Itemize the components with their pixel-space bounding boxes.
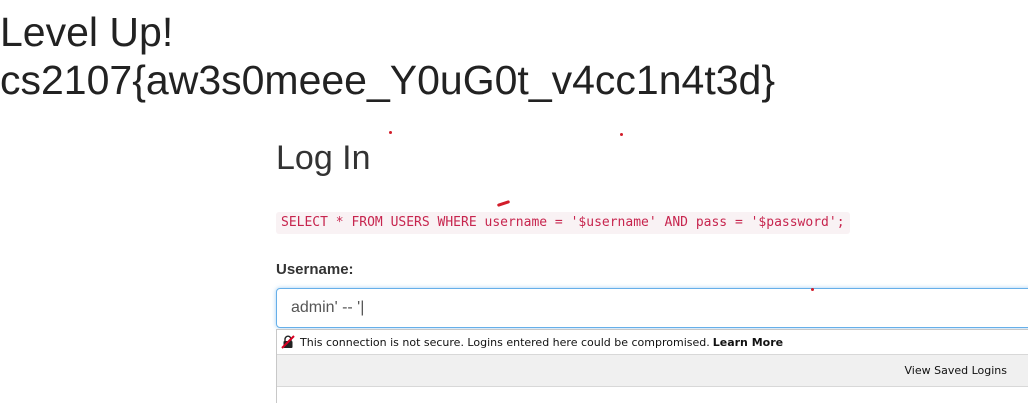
username-input[interactable] bbox=[276, 288, 1028, 328]
login-title: Log In bbox=[276, 139, 371, 177]
view-saved-logins-row[interactable]: View Saved Logins bbox=[277, 355, 1028, 387]
insecure-lock-icon bbox=[281, 335, 295, 349]
insecure-connection-warning: This connection is not secure. Logins en… bbox=[277, 330, 1028, 355]
insecure-warning-text: This connection is not secure. Logins en… bbox=[300, 335, 710, 349]
level-up-heading: Level Up! bbox=[0, 9, 174, 55]
annotation-dot bbox=[620, 133, 623, 136]
username-label: Username: bbox=[276, 261, 354, 278]
annotation-dash bbox=[496, 200, 511, 207]
page: Level Up! cs2107{aw3s0meee_Y0uG0t_v4cc1n… bbox=[0, 0, 1028, 403]
sql-query-code: SELECT * FROM USERS WHERE username = '$u… bbox=[276, 212, 850, 234]
annotation-dot bbox=[389, 131, 392, 134]
annotation-dot bbox=[811, 288, 814, 291]
learn-more-link[interactable]: Learn More bbox=[713, 336, 783, 349]
view-saved-logins-button[interactable]: View Saved Logins bbox=[905, 364, 1008, 377]
login-autocomplete-popup: This connection is not secure. Logins en… bbox=[276, 329, 1028, 403]
flag-heading: cs2107{aw3s0meee_Y0uG0t_v4cc1n4t3d} bbox=[0, 57, 776, 103]
